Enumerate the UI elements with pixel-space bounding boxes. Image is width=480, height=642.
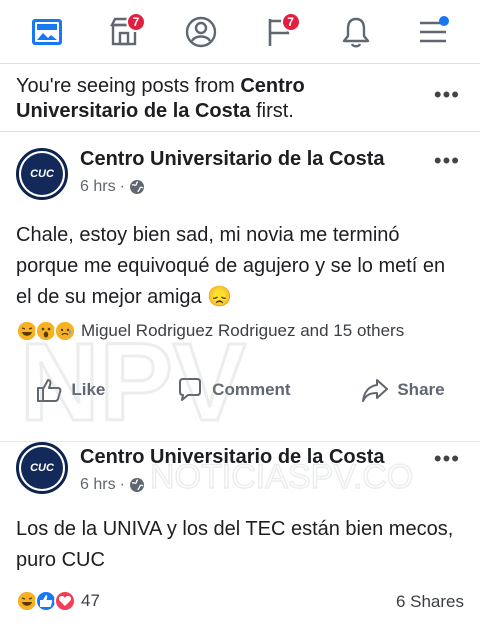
post-actions: Like Comment Share	[0, 362, 480, 418]
marketplace-tab[interactable]: 7	[100, 8, 148, 56]
post-meta: 6 hrs ·	[80, 178, 145, 196]
page-avatar[interactable]: CUC	[16, 148, 68, 200]
post-more-options-icon[interactable]: •••	[434, 448, 460, 470]
see-first-banner: You're seeing posts from Centro Universi…	[0, 64, 480, 132]
thumbs-up-icon	[37, 379, 62, 402]
news-feed-icon	[31, 18, 62, 45]
feed-post: CUC Centro Universitario de la Costa 6 h…	[0, 442, 480, 642]
reactions-summary[interactable]: Miguel Rodriguez Rodriguez and 15 others	[16, 320, 464, 342]
banner-suffix: first.	[250, 100, 294, 122]
sad-reaction-icon	[54, 320, 76, 342]
banner-prefix: You're seeing posts from	[16, 75, 241, 97]
page-avatar[interactable]: CUC	[16, 442, 68, 494]
avatar-logo-text: CUC	[30, 168, 54, 180]
avatar-logo-text: CUC	[30, 462, 54, 474]
like-label: Like	[71, 380, 106, 399]
bell-icon	[342, 17, 370, 47]
menu-tab[interactable]	[409, 8, 457, 56]
globe-icon	[129, 477, 145, 493]
shares-count[interactable]: 6 Shares	[396, 592, 464, 612]
reactions-text: Miguel Rodriguez Rodriguez and 15 others	[81, 321, 405, 340]
post-page-name[interactable]: Centro Universitario de la Costa	[80, 148, 385, 171]
post-text: Los de la UNIVA y los del TEC están bien…	[16, 518, 454, 571]
post-timestamp[interactable]: 6 hrs	[80, 178, 116, 196]
pages-tab[interactable]: 7	[255, 8, 303, 56]
share-label: Share	[397, 380, 445, 399]
menu-notification-dot	[439, 15, 450, 26]
comment-label: Comment	[212, 380, 291, 399]
notifications-tab[interactable]	[332, 8, 380, 56]
globe-icon	[129, 179, 145, 195]
pages-badge: 7	[280, 11, 301, 32]
profile-icon	[186, 16, 217, 47]
like-button[interactable]: Like	[35, 376, 105, 404]
post-meta: 6 hrs ·	[80, 476, 145, 494]
comment-button[interactable]: Comment	[176, 376, 291, 404]
top-navigation-bar: 7 7	[0, 0, 480, 64]
profile-tab[interactable]	[177, 8, 225, 56]
post-page-name[interactable]: Centro Universitario de la Costa	[80, 446, 385, 469]
marketplace-badge: 7	[125, 11, 146, 32]
post-text: Chale, estoy bien sad, mi novia me termi…	[16, 220, 464, 313]
share-arrow-icon	[362, 379, 389, 402]
post-more-options-icon[interactable]: •••	[434, 150, 460, 172]
comment-icon	[179, 378, 202, 401]
share-button[interactable]: Share	[361, 376, 445, 404]
news-feed-tab[interactable]	[23, 8, 71, 56]
post-timestamp[interactable]: 6 hrs	[80, 476, 116, 494]
feed-post: CUC Centro Universitario de la Costa 6 h…	[0, 134, 480, 442]
reactions-count: 47	[81, 591, 100, 610]
disappointed-emoji: 😞	[207, 286, 233, 308]
banner-more-options-icon[interactable]: •••	[434, 84, 460, 106]
love-reaction-icon	[54, 590, 76, 612]
